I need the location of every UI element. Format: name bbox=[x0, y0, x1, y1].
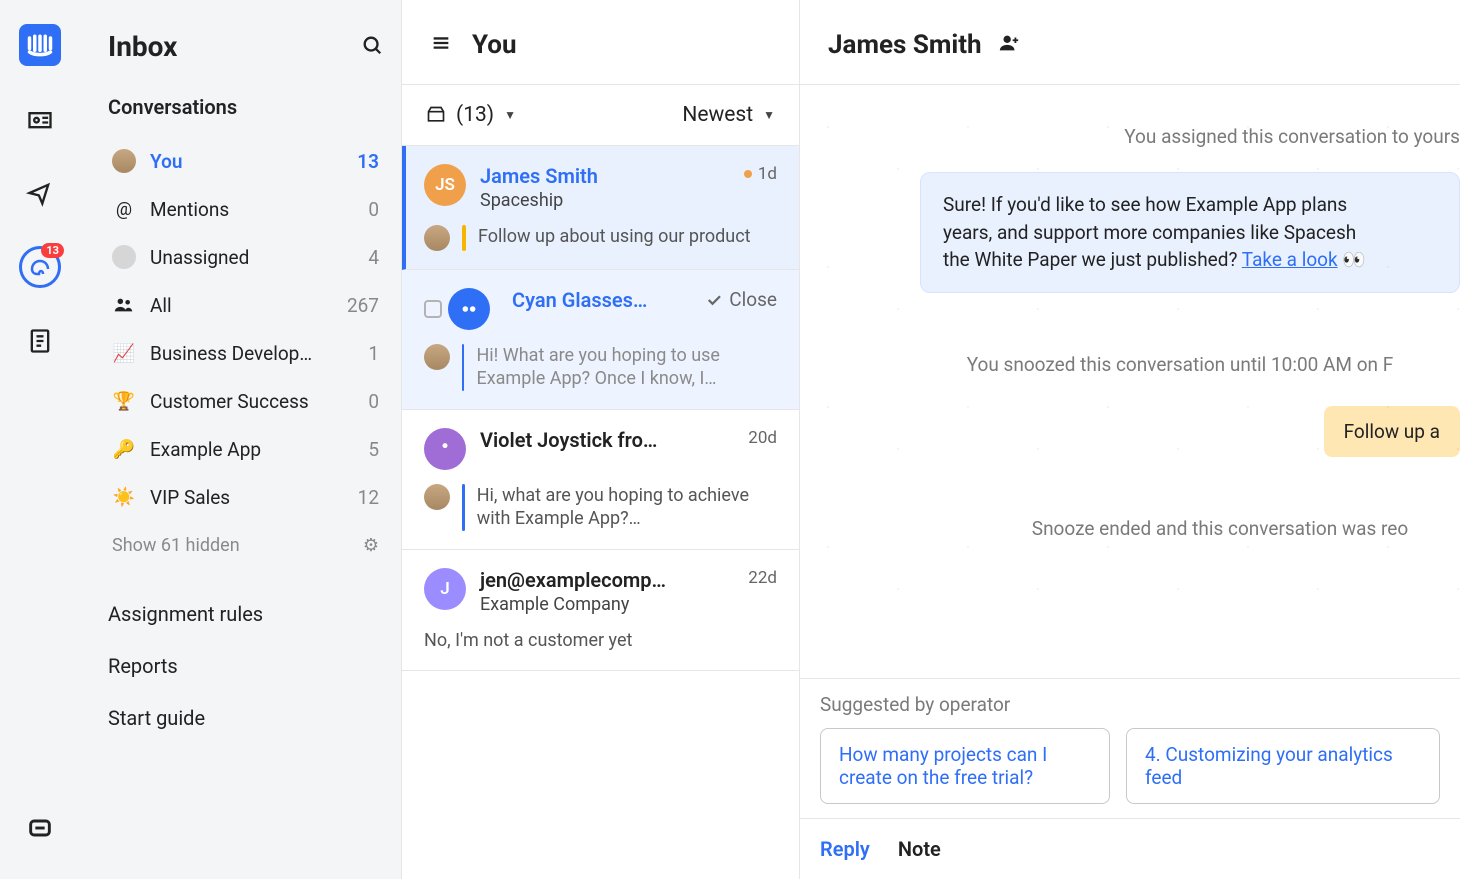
message-bubble: Sure! If you'd like to see how Example A… bbox=[920, 172, 1460, 293]
chevron-down-icon: ▼ bbox=[504, 108, 516, 122]
operator-suggestions: Suggested by operator How many projects … bbox=[800, 678, 1460, 818]
intercom-logo[interactable] bbox=[19, 24, 61, 66]
sidebar-item-all[interactable]: All 267 bbox=[108, 281, 383, 329]
conversation-detail: James Smith You assigned this conversati… bbox=[800, 0, 1460, 879]
reply-indicator bbox=[462, 484, 465, 531]
chevron-down-icon: ▼ bbox=[763, 108, 775, 122]
select-checkbox[interactable] bbox=[424, 300, 442, 318]
conversation-subtitle: Spaceship bbox=[480, 190, 730, 211]
conversation-subtitle: Example Company bbox=[480, 594, 734, 615]
conversation-item[interactable]: JS James Smith Spaceship 1d Follow up ab… bbox=[402, 146, 799, 270]
tab-note[interactable]: Note bbox=[898, 837, 941, 861]
sun-icon: ☀️ bbox=[112, 485, 136, 509]
conversation-item[interactable]: Cyan Glasses… Close Hi! What are you hop… bbox=[402, 270, 799, 410]
help-icon[interactable] bbox=[19, 807, 61, 849]
message-link[interactable]: Take a look bbox=[1242, 248, 1338, 271]
assignee-avatar bbox=[424, 484, 450, 510]
chart-icon: 📈 bbox=[112, 341, 136, 365]
conversation-name: Violet Joystick fro… bbox=[480, 428, 734, 452]
key-icon: 🔑 bbox=[112, 437, 136, 461]
articles-icon[interactable] bbox=[19, 320, 61, 362]
sidebar-item-you[interactable]: You 13 bbox=[108, 137, 383, 185]
nav-start-guide[interactable]: Start guide bbox=[108, 692, 383, 744]
assignee-avatar bbox=[424, 225, 450, 251]
sidebar-list: You 13 @Mentions 0 Unassigned 4 All 267 … bbox=[108, 137, 383, 521]
note-bubble: Follow up a bbox=[1324, 406, 1460, 457]
conversation-preview: Hi, what are you hoping to achieve with … bbox=[477, 484, 777, 531]
conversation-column: You (13) ▼ Newest ▼ JS James Smith Space… bbox=[402, 0, 800, 879]
conversation-name: James Smith bbox=[480, 164, 730, 188]
suggestion-card[interactable]: 4. Customizing your analytics feed bbox=[1126, 728, 1440, 804]
unread-dot-icon bbox=[744, 170, 752, 178]
avatar: J bbox=[424, 568, 466, 610]
people-icon bbox=[112, 293, 136, 317]
conversation-preview: Hi! What are you hoping to use Example A… bbox=[476, 344, 777, 391]
sidebar: Inbox Conversations You 13 @Mentions 0 U… bbox=[80, 0, 402, 879]
avatar bbox=[424, 428, 466, 470]
inbox-icon[interactable]: 13 bbox=[19, 246, 61, 288]
system-message: Snooze ended and this conversation was r… bbox=[1000, 517, 1440, 540]
tab-reply[interactable]: Reply bbox=[820, 837, 870, 861]
reply-indicator bbox=[462, 344, 464, 391]
suggestions-title: Suggested by operator bbox=[820, 693, 1440, 716]
sidebar-item-business[interactable]: 📈Business Develop… 1 bbox=[108, 329, 383, 377]
conversation-list-title: You bbox=[472, 30, 517, 60]
inbox-badge: 13 bbox=[41, 243, 64, 258]
avatar-icon bbox=[112, 149, 136, 173]
sidebar-section-label: Conversations bbox=[108, 95, 383, 119]
filter-open-count[interactable]: (13) ▼ bbox=[426, 103, 516, 127]
trophy-icon: 🏆 bbox=[112, 389, 136, 413]
add-user-icon[interactable] bbox=[998, 32, 1020, 58]
conversation-item[interactable]: Violet Joystick fro… 20d Hi, what are yo… bbox=[402, 410, 799, 550]
nav-reports[interactable]: Reports bbox=[108, 640, 383, 692]
sidebar-item-mentions[interactable]: @Mentions 0 bbox=[108, 185, 383, 233]
avatar: JS bbox=[424, 164, 466, 206]
suggestion-card[interactable]: How many projects can I create on the fr… bbox=[820, 728, 1110, 804]
search-icon[interactable] bbox=[361, 34, 383, 60]
avatar bbox=[448, 288, 490, 330]
icon-rail: 13 bbox=[0, 0, 80, 879]
system-message: You assigned this conversation to yours bbox=[920, 125, 1460, 148]
conversation-preview: No, I'm not a customer yet bbox=[424, 629, 632, 652]
sidebar-item-vip[interactable]: ☀️VIP Sales 12 bbox=[108, 473, 383, 521]
detail-contact-name: James Smith bbox=[828, 30, 982, 60]
assignee-avatar bbox=[424, 344, 450, 370]
conversation-preview: Follow up about using our product bbox=[478, 225, 751, 248]
show-hidden[interactable]: Show 61 hidden ⚙ bbox=[108, 521, 383, 570]
sidebar-title: Inbox bbox=[108, 30, 177, 63]
close-button[interactable]: Close bbox=[705, 288, 777, 311]
conversation-name: Cyan Glasses… bbox=[512, 288, 691, 312]
contacts-icon[interactable] bbox=[19, 98, 61, 140]
conversation-item[interactable]: J jen@examplecomp… Example Company 22d N… bbox=[402, 550, 799, 671]
sidebar-item-unassigned[interactable]: Unassigned 4 bbox=[108, 233, 383, 281]
nav-assignment-rules[interactable]: Assignment rules bbox=[108, 588, 383, 640]
gear-icon[interactable]: ⚙ bbox=[363, 535, 379, 556]
sidebar-item-success[interactable]: 🏆Customer Success 0 bbox=[108, 377, 383, 425]
unassigned-icon bbox=[112, 245, 136, 269]
sidebar-item-example-app[interactable]: 🔑Example App 5 bbox=[108, 425, 383, 473]
sort-dropdown[interactable]: Newest ▼ bbox=[682, 103, 775, 127]
system-message: You snoozed this conversation until 10:0… bbox=[920, 353, 1440, 376]
hamburger-icon[interactable] bbox=[430, 32, 452, 58]
mention-icon: @ bbox=[112, 197, 136, 221]
outbound-icon[interactable] bbox=[19, 172, 61, 214]
note-indicator bbox=[462, 225, 466, 251]
conversation-name: jen@examplecomp… bbox=[480, 568, 734, 592]
